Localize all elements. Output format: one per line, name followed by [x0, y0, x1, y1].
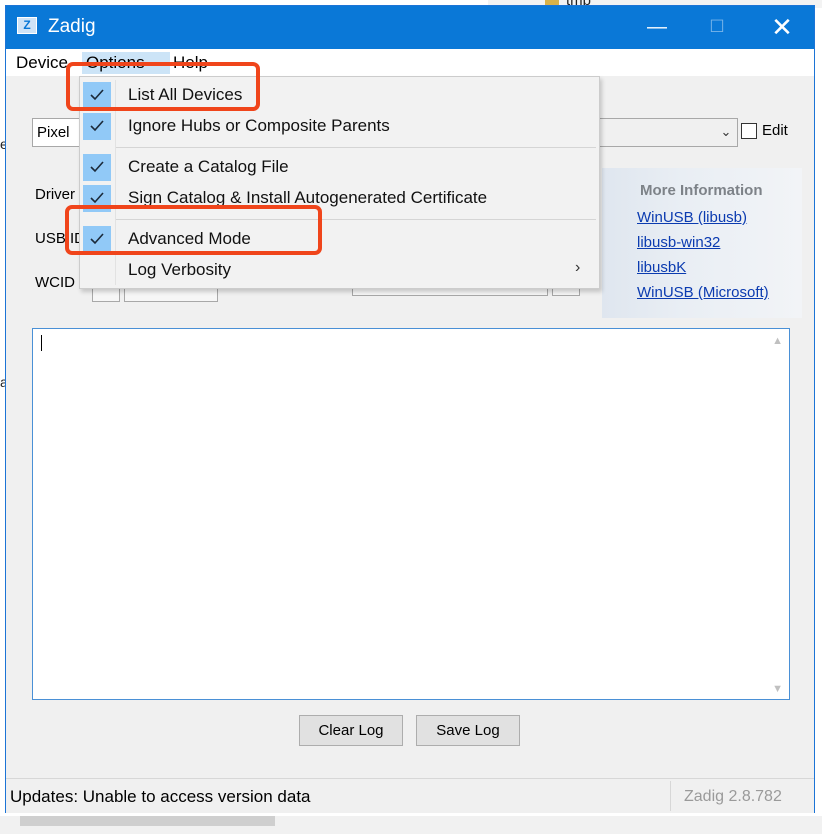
link-winusb-libusb[interactable]: WinUSB (libusb)	[637, 209, 747, 226]
text-caret	[41, 335, 42, 351]
menu-device[interactable]: Device	[12, 52, 72, 74]
highlight-box-list-all-devices	[66, 62, 260, 111]
menu-item-ignore-hubs[interactable]: Ignore Hubs or Composite Parents	[80, 111, 599, 142]
version-label: Zadig 2.8.782	[684, 788, 782, 805]
close-button[interactable]: ✕	[762, 12, 802, 42]
title-bar[interactable]: Z Zadig — ☐ ✕	[6, 6, 814, 49]
clear-log-button[interactable]: Clear Log	[299, 715, 403, 746]
link-winusb-microsoft[interactable]: WinUSB (Microsoft)	[637, 284, 769, 301]
edit-label: Edit	[762, 122, 788, 139]
checkmark-icon	[83, 154, 111, 181]
background-scrollbar	[20, 816, 275, 826]
menu-item-log-verbosity[interactable]: Log Verbosity ›	[80, 255, 599, 286]
wcid-indicator	[92, 288, 120, 302]
zadig-app-icon: Z	[17, 17, 37, 34]
window-title: Zadig	[48, 16, 96, 37]
menu-item-create-catalog[interactable]: Create a Catalog File	[80, 152, 599, 183]
highlight-box-advanced-mode	[65, 205, 322, 255]
wcid-label: WCID	[35, 274, 75, 291]
more-information-panel: More Information WinUSB (libusb) libusb-…	[602, 168, 802, 318]
more-information-title: More Information	[640, 182, 763, 199]
menu-separator	[116, 147, 596, 148]
link-libusb-win32[interactable]: libusb-win32	[637, 234, 720, 251]
driver-target-field[interactable]	[352, 288, 548, 296]
status-divider	[670, 781, 671, 811]
menu-item-label: Create a Catalog File	[128, 157, 289, 176]
link-libusbk[interactable]: libusbK	[637, 259, 686, 276]
device-select[interactable]: Pixel	[32, 118, 82, 147]
chevron-right-icon: ›	[575, 259, 581, 276]
scroll-up-icon[interactable]: ▲	[772, 335, 783, 347]
driver-label: Driver	[35, 186, 75, 203]
wcid-field	[124, 288, 218, 302]
checkmark-icon	[83, 113, 111, 140]
maximize-button[interactable]: ☐	[697, 12, 737, 42]
status-text: Updates: Unable to access version data	[10, 787, 311, 806]
edit-checkbox[interactable]	[741, 123, 757, 139]
menu-item-label: Ignore Hubs or Composite Parents	[128, 116, 390, 135]
save-log-button[interactable]: Save Log	[416, 715, 520, 746]
status-bar: Updates: Unable to access version data Z…	[6, 778, 814, 813]
chevron-down-icon[interactable]: ⌄	[714, 120, 738, 144]
scroll-down-icon[interactable]: ▼	[772, 683, 783, 695]
log-textarea[interactable]: ▲ ▼	[32, 328, 790, 700]
minimize-button[interactable]: —	[637, 12, 677, 42]
menu-item-label: Log Verbosity	[128, 260, 232, 279]
driver-spin-button[interactable]	[552, 288, 580, 296]
